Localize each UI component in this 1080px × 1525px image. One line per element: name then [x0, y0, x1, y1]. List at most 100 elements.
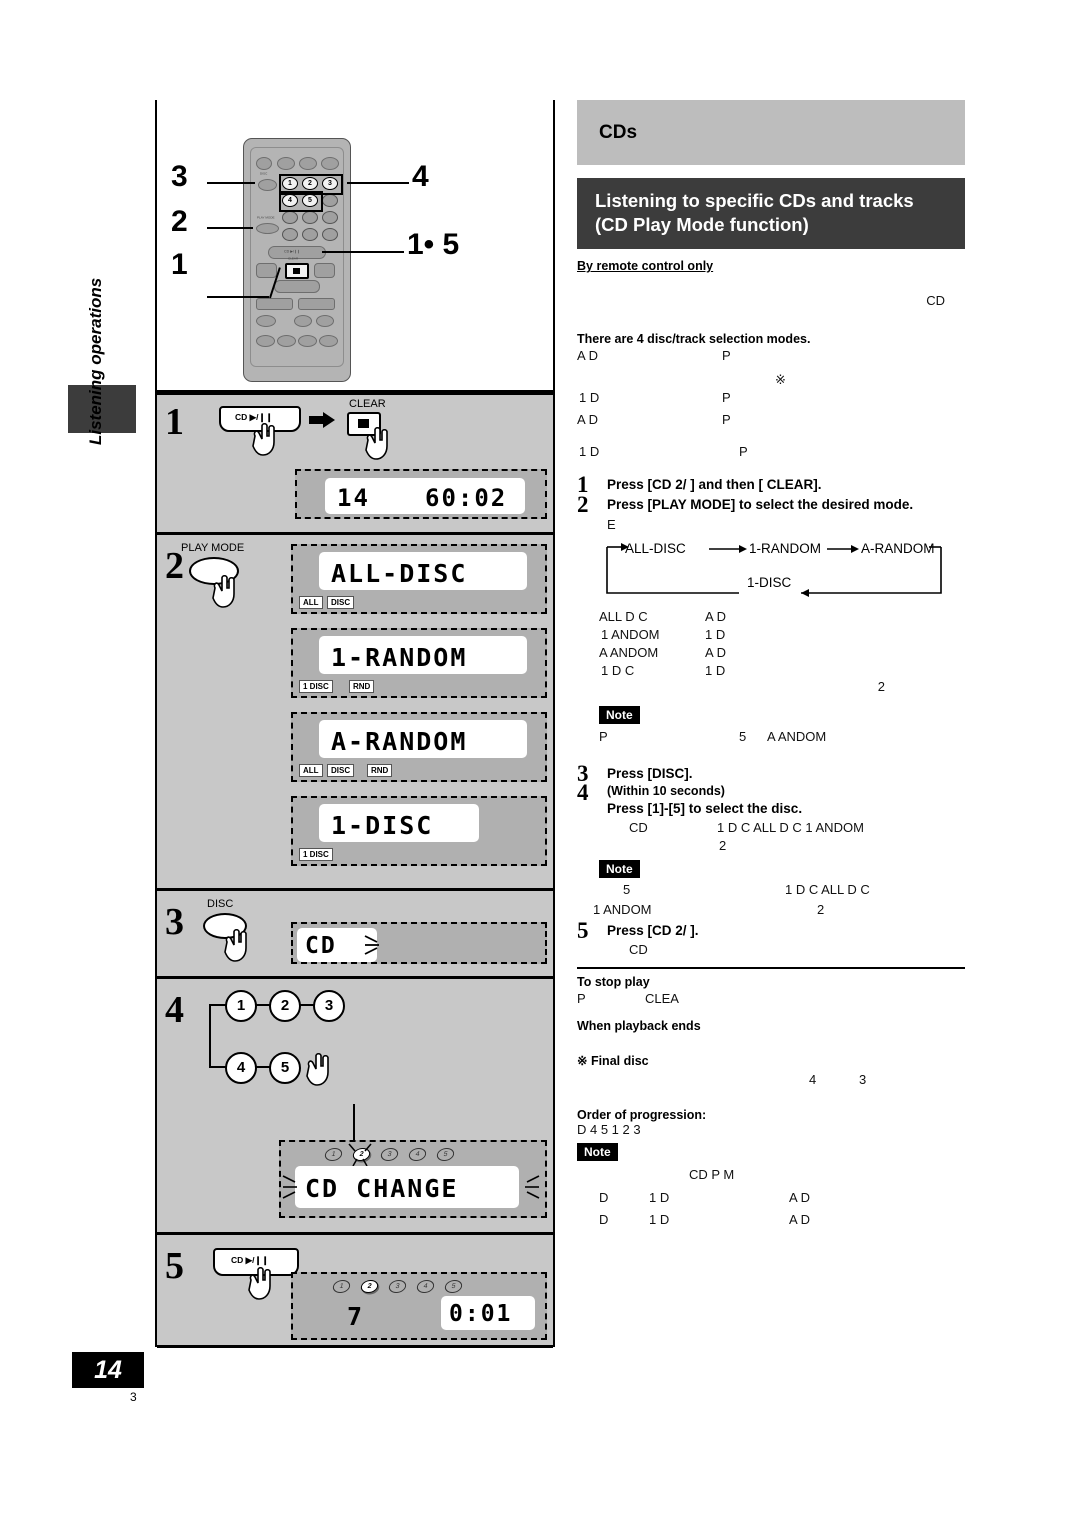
note-3-row1-a: D — [599, 1190, 609, 1206]
step2-lcd-a-random: A-RANDOM — [319, 720, 527, 758]
remote-sound-eq-button[interactable] — [256, 335, 275, 347]
remote-skip-back-button[interactable] — [294, 315, 312, 327]
instruction-step-2-faded: E — [607, 517, 616, 533]
remote-key-9[interactable] — [322, 211, 338, 224]
remote-key-plus10[interactable] — [322, 228, 338, 241]
instruction-step-4-sub: (Within 10 seconds) — [607, 784, 725, 799]
callout-3: 3 — [171, 160, 188, 193]
mode-row-4-left: 1 D — [579, 444, 600, 460]
remote-key-7[interactable] — [282, 211, 298, 224]
instruction-step-5: 5 Press [CD 2/ ]. CD — [577, 918, 965, 958]
note-badge: Note — [599, 860, 640, 879]
mode-row-4: 1 D P — [577, 442, 965, 472]
remote-skip-forward-button[interactable] — [316, 315, 334, 327]
step-4-faded-3: 2 — [719, 838, 727, 854]
remote-disc-button[interactable] — [258, 179, 277, 191]
remote-tuner-band-button[interactable] — [256, 263, 277, 278]
divider-top — [157, 392, 553, 395]
section-title: CDs — [599, 122, 638, 143]
step5-cd-play-key-label: CD ▶/❙❙ — [231, 1255, 269, 1265]
remote-muting-button[interactable] — [256, 315, 276, 327]
callout-4: 4 — [412, 160, 429, 193]
step4-disc-key-4[interactable]: 4 — [225, 1052, 257, 1084]
arrow-right-icon — [309, 412, 335, 428]
page-sub-number: 3 — [130, 1390, 137, 1404]
remote-volume-up-button[interactable] — [298, 298, 335, 310]
faded-cd-text: CD — [926, 293, 945, 309]
remote-tape-button[interactable] — [314, 263, 335, 278]
remote-disc-select-button[interactable] — [299, 157, 317, 170]
mode-row-1-left: A D — [577, 348, 598, 364]
indicator-rnd: RND — [349, 680, 375, 693]
instruction-step-4-number: 4 — [577, 780, 589, 806]
mode-mapping-table: ALL D C A D 1 ANDOM 1 D A ANDOM A D 1 D … — [599, 609, 965, 685]
step1-time-value: 60:02 — [425, 484, 508, 512]
mode-map-row2-c1: 1 ANDOM — [601, 627, 660, 643]
instruction-step-3: 3 Press [DISC]. — [577, 761, 965, 786]
step4-disc-key-2[interactable]: 2 — [269, 990, 301, 1022]
note-block-2: Note 5 1 D C ALL D C 1 ANDOM 2 — [593, 860, 965, 924]
mode-row-2-mark: ※ — [775, 372, 786, 388]
note-3-row1-b: 1 D — [649, 1190, 670, 1206]
remote-key-10[interactable] — [282, 228, 298, 241]
instruction-step-2-number: 2 — [577, 492, 589, 518]
instruction-step-2: 2 Press [PLAY MODE] to select the desire… — [577, 492, 965, 533]
chapter-tab-label: Listening operations — [86, 277, 105, 445]
instruction-step-5-number: 5 — [577, 918, 589, 944]
remote-key-0[interactable] — [302, 228, 318, 241]
callout-1-leader-h — [207, 296, 269, 298]
final-disc-faded: 4 3 — [577, 1068, 965, 1100]
mode-row-1-right: P — [722, 348, 731, 364]
remote-play-mode-button[interactable] — [256, 223, 279, 234]
divider-step3 — [157, 888, 553, 891]
note-1-a: P — [599, 729, 608, 745]
step-4-number: 4 — [165, 989, 184, 1031]
disc-indicator-3: 3 — [387, 1280, 408, 1293]
feature-title-line1: Listening to specific CDs and tracks — [595, 190, 914, 211]
remote-volume-down-button[interactable] — [256, 298, 293, 310]
remote-play-mode-label: PLAY MODE — [257, 216, 275, 220]
step4-disc-key-5[interactable]: 5 — [269, 1052, 301, 1084]
mode-map-row4-c1: 1 D C — [601, 663, 635, 679]
remote-key-8[interactable] — [302, 211, 318, 224]
note-1-tail: A ANDOM — [767, 729, 827, 745]
stop-play-a: P — [577, 991, 586, 1007]
remote-dimmer-button[interactable] — [319, 335, 338, 347]
step2-mode-text-all-disc: ALL-DISC — [331, 559, 468, 588]
divider-step5 — [157, 1232, 553, 1235]
instruction-step-2-text: Press [PLAY MODE] to select the desired … — [607, 497, 914, 513]
mode-row-3-left: A D — [577, 412, 598, 428]
step1-clear-key-label: CLEAR — [349, 398, 386, 410]
remote-preset-eq-button[interactable] — [277, 335, 296, 347]
note-2-lines: 5 1 D C ALL D C 1 ANDOM 2 — [593, 882, 965, 924]
step4-disc-key-3[interactable]: 3 — [313, 990, 345, 1022]
remote-power-button[interactable] — [256, 157, 272, 170]
remote-clear-stop-button[interactable] — [285, 263, 309, 279]
step4-display-panel: 1 2 3 4 5 CD CHANGE — [279, 1140, 547, 1218]
note-2-line1-b: 1 D C ALL D C — [785, 882, 870, 898]
step5-time-value: 0:01 — [449, 1301, 513, 1327]
step2-display-a-random: A-RANDOM ALL DISC RND — [291, 712, 547, 782]
remote-sleep-button[interactable] — [277, 157, 295, 170]
note-2-line2-a: 1 ANDOM — [593, 902, 652, 918]
remote-aux-button[interactable] — [274, 280, 320, 293]
mode-row-2-left: 1 D — [579, 390, 600, 406]
step4-bracket-v — [209, 1004, 211, 1068]
disc-indicator-4: 4 — [415, 1280, 436, 1293]
step4-disc-key-1[interactable]: 1 — [225, 990, 257, 1022]
page-number: 14 — [94, 1356, 122, 1384]
remote-display-button[interactable] — [298, 335, 317, 347]
cycle-arrows — [606, 543, 942, 598]
note-3-row1-c: A D — [789, 1190, 810, 1206]
indicator-disc: DISC — [327, 764, 355, 777]
callout-1-5-leader — [322, 251, 404, 253]
remote-play-button[interactable] — [321, 157, 339, 170]
stop-play-faded: P CLEA — [577, 989, 965, 1015]
remote-control-panel: DISC 1 2 3 4 5 PLAY MODE CD ▶/❙❙ CLEAR 3… — [155, 100, 555, 392]
hand-pointer-icon — [224, 928, 247, 962]
mode-row-4-right: P — [739, 444, 748, 460]
remote-key-6[interactable] — [322, 194, 338, 207]
disc-indicator-5: 5 — [435, 1148, 456, 1161]
instruction-step-4: 4 (Within 10 seconds) Press [1]-[5] to s… — [577, 780, 965, 858]
instruction-step-5-faded: CD — [629, 942, 648, 958]
